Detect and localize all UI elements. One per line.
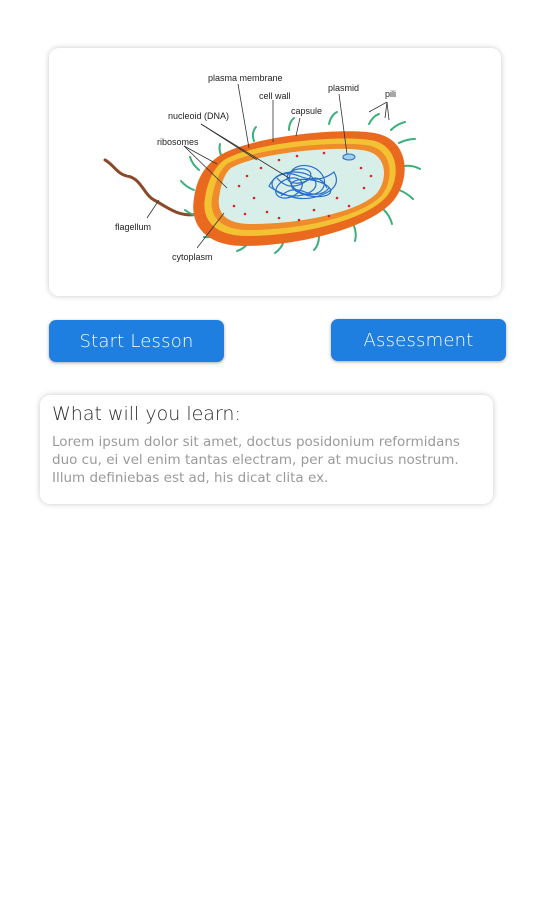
label-plasmid: plasmid <box>328 83 359 93</box>
cell-diagram-card: plasma membrane cell wall capsule plasmi… <box>49 48 501 296</box>
learn-title: What will you learn: <box>52 403 241 425</box>
label-cell-wall: cell wall <box>259 91 291 101</box>
label-flagellum: flagellum <box>115 222 151 232</box>
label-nucleoid: nucleoid (DNA) <box>168 111 229 121</box>
label-plasma-membrane: plasma membrane <box>208 73 283 83</box>
bacterial-cell-diagram: plasma membrane cell wall capsule plasmi… <box>103 73 421 262</box>
label-pili: pili <box>385 89 396 99</box>
label-capsule: capsule <box>291 106 322 116</box>
learn-description: Lorem ipsum dolor sit amet, doctus posid… <box>52 434 460 486</box>
learn-card: What will you learn: Lorem ipsum dolor s… <box>40 395 493 504</box>
assessment-button[interactable]: Assessment <box>331 319 506 361</box>
start-lesson-button[interactable]: Start Lesson <box>49 320 224 362</box>
flagellum-shape <box>103 158 201 217</box>
plasmid-shape <box>342 153 356 161</box>
label-ribosomes: ribosomes <box>157 137 199 147</box>
label-cytoplasm: cytoplasm <box>172 252 213 262</box>
